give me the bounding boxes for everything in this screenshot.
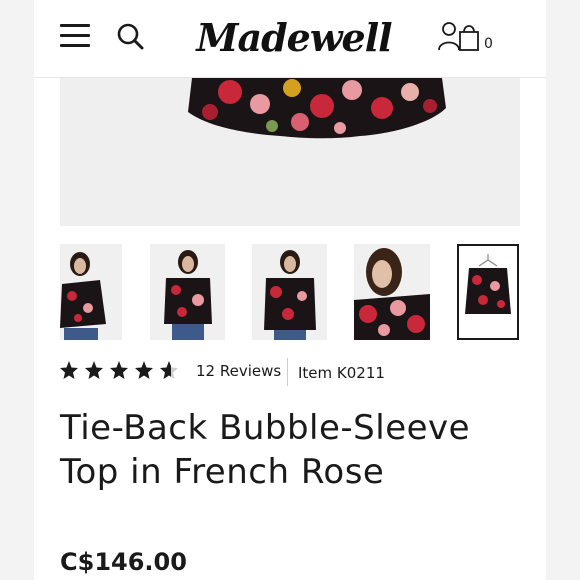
divider xyxy=(287,358,288,386)
menu-icon[interactable] xyxy=(60,24,90,48)
thumbnail-1[interactable] xyxy=(60,244,122,340)
star-icon-1 xyxy=(60,361,78,379)
star-icon-4 xyxy=(135,361,153,379)
brand-logo[interactable]: Madewell xyxy=(194,10,394,66)
left-margin xyxy=(0,0,34,580)
product-title: Tie-Back Bubble-Sleeve Top in French Ros… xyxy=(60,406,500,494)
star-icon-2 xyxy=(85,361,103,379)
rating-row: 12 Reviews Item K0211 xyxy=(60,358,520,386)
thumbnail-strip xyxy=(34,244,546,342)
account-cart-icon[interactable] xyxy=(438,20,484,52)
floral-top-image xyxy=(60,78,520,226)
thumbnail-4[interactable] xyxy=(354,244,430,340)
star-icon-3 xyxy=(110,361,128,379)
thumbnail-3[interactable] xyxy=(252,244,327,340)
product-price: C$146.00 xyxy=(60,548,187,576)
product-title-line-2: Top in French Rose xyxy=(60,452,385,492)
right-margin xyxy=(546,0,580,580)
site-header: Madewell 0 xyxy=(34,0,546,78)
reviews-link[interactable]: 12 Reviews xyxy=(196,362,281,380)
cart-count[interactable]: 0 xyxy=(484,36,493,52)
star-rating[interactable] xyxy=(60,360,180,382)
item-number: Item K0211 xyxy=(298,364,385,382)
thumbnail-2[interactable] xyxy=(150,244,225,340)
thumbnail-5-selected[interactable] xyxy=(457,244,519,340)
product-title-line-1: Tie-Back Bubble-Sleeve xyxy=(60,408,471,448)
product-page: Madewell 0 12 Reviews Item K0211 Tie-Bac… xyxy=(34,0,546,580)
search-icon[interactable] xyxy=(116,22,144,50)
main-product-image[interactable] xyxy=(60,78,520,226)
star-half-icon xyxy=(160,361,178,379)
